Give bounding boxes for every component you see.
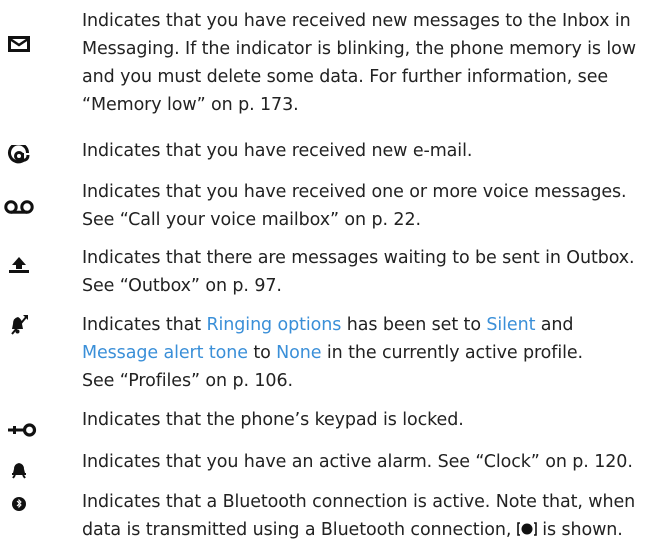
text-segment: to xyxy=(247,343,277,363)
entry-description: Indicates that Ringing options has been … xyxy=(82,311,666,395)
ringing-options-link[interactable]: Ringing options xyxy=(206,315,341,335)
entry-description: Indicates that you have received new e-m… xyxy=(82,141,473,161)
text-segment: has been set to xyxy=(341,315,487,335)
entry-description: Indicates that you have an active alarm.… xyxy=(82,452,633,472)
voicemail-icon xyxy=(3,195,35,219)
bluetooth-transmitting-icon xyxy=(516,518,537,546)
message-alert-tone-link[interactable]: Message alert tone xyxy=(82,343,248,363)
see-profiles-reference: See “Profiles” on p. 106. xyxy=(82,371,293,391)
entry-description: Indicates that you have received one or … xyxy=(82,182,627,230)
text-segment: and xyxy=(535,315,574,335)
bluetooth-icon xyxy=(6,492,32,516)
entry-description: Indicates that the phone’s keypad is loc… xyxy=(82,410,464,430)
silent-bell-icon xyxy=(6,313,32,337)
entry-description: Indicates that there are messages waitin… xyxy=(82,248,635,296)
alarm-clock-icon xyxy=(6,458,32,482)
envelope-icon xyxy=(6,32,32,56)
entry-description: Indicates that a Bluetooth connection is… xyxy=(82,488,666,546)
entry-description: Indicates that you have received new mes… xyxy=(82,11,636,115)
silent-link[interactable]: Silent xyxy=(486,315,535,335)
keypad-lock-key-icon xyxy=(6,418,38,442)
text-segment: Indicates that xyxy=(82,315,207,335)
outbox-upload-icon xyxy=(6,253,32,277)
none-link[interactable]: None xyxy=(276,343,321,363)
text-segment: in the currently active profile. xyxy=(321,343,584,363)
text-segment: is shown. xyxy=(536,520,623,540)
at-sign-icon xyxy=(6,144,32,168)
